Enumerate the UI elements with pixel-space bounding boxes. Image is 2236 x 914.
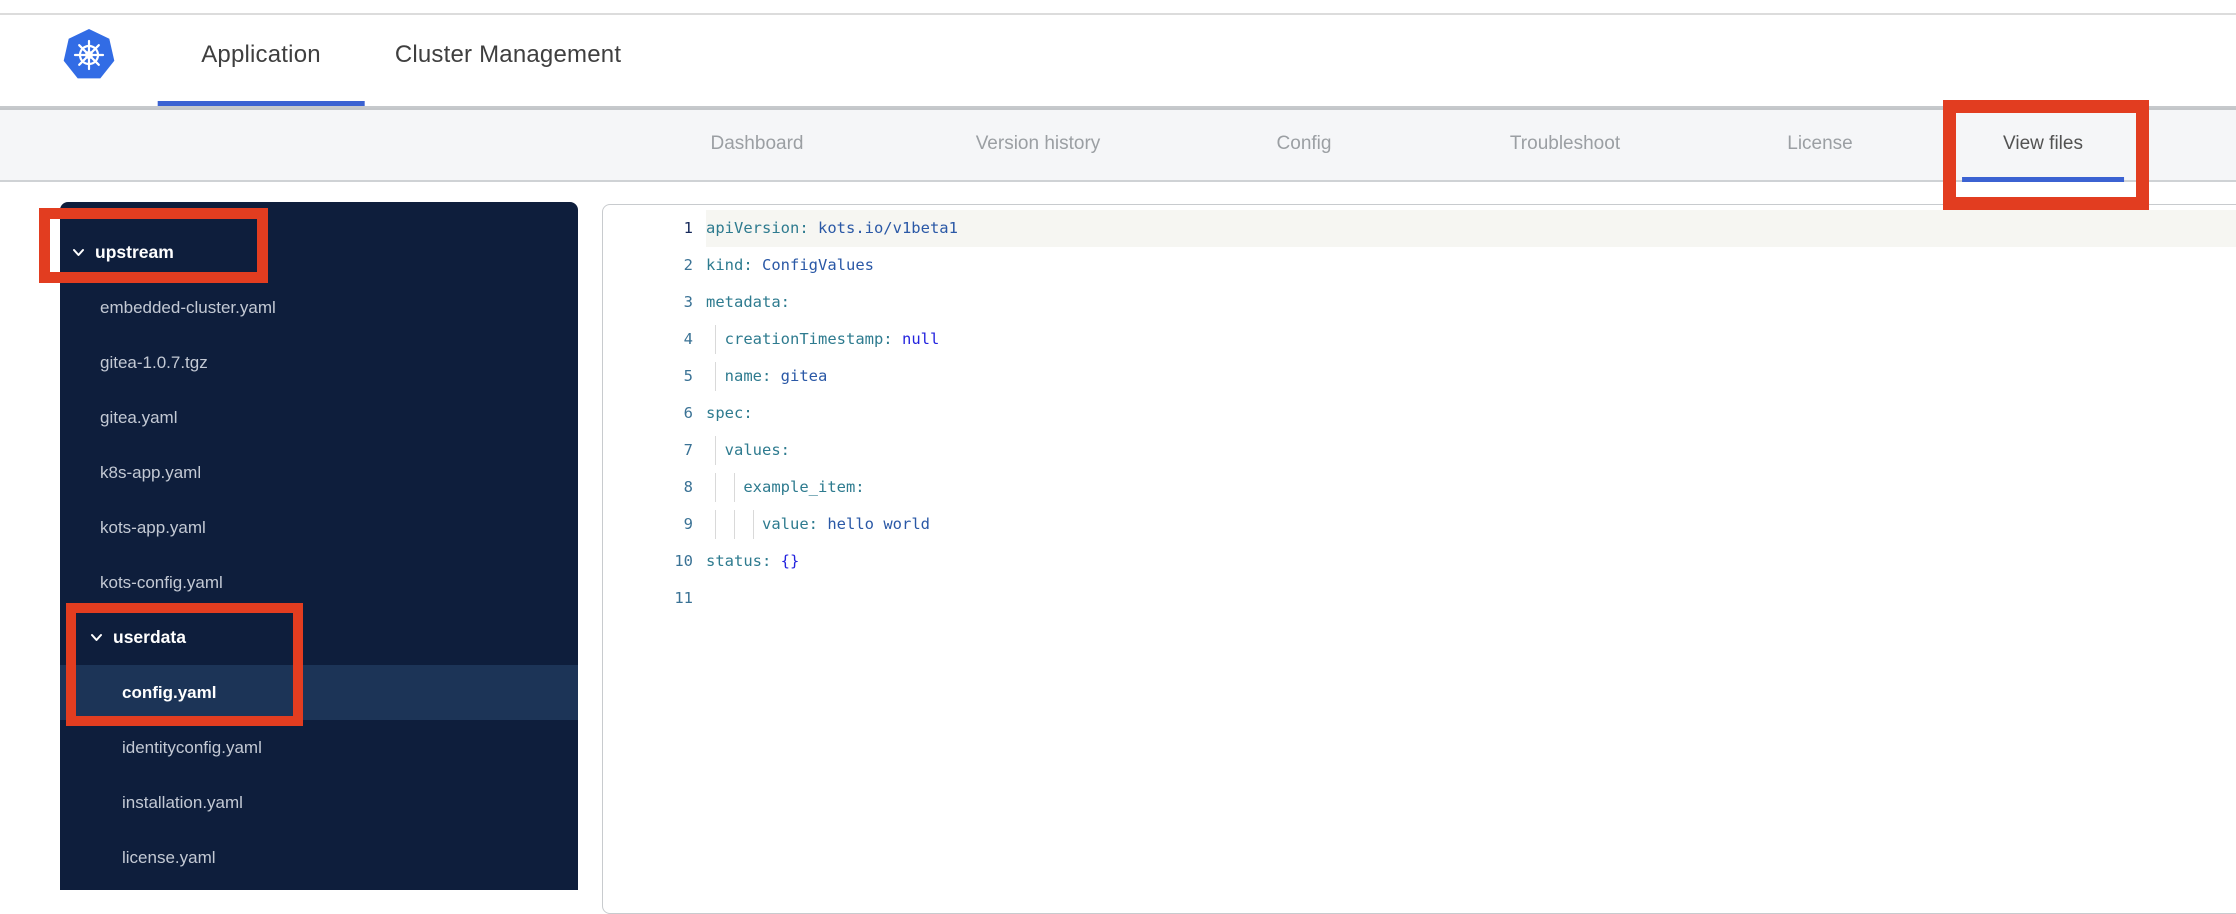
code-text: kind: ConfigValues: [706, 247, 2236, 284]
code-line-1: 1 apiVersion: kots.io/v1beta1: [603, 210, 2236, 247]
yaml-token-key: example_item:: [743, 478, 865, 496]
yaml-token-key: value:: [762, 515, 818, 533]
subnav-tab-version-history[interactable]: Version history: [976, 133, 1101, 155]
yaml-token-atom: {}: [771, 552, 800, 570]
yaml-token-plain: [706, 478, 743, 496]
chevron-down-icon: [91, 634, 102, 641]
topbar-tab-cluster-management[interactable]: Cluster Management: [395, 41, 621, 69]
tree-file-gitea-1-0-7-tgz[interactable]: gitea-1.0.7.tgz: [60, 335, 578, 390]
code-text: spec:: [706, 395, 2236, 432]
tree-file-config-yaml[interactable]: config.yaml: [60, 665, 578, 720]
yaml-token-key: kind:: [706, 256, 753, 274]
tree-file-embedded-cluster-yaml[interactable]: embedded-cluster.yaml: [60, 280, 578, 335]
code-line-6: 6 spec:: [603, 395, 2236, 432]
code-line-7: 7 values:: [603, 432, 2236, 469]
subnav-tab-dashboard[interactable]: Dashboard: [711, 133, 804, 155]
indent-guide: [733, 510, 735, 539]
tree-file-k8s-app-yaml[interactable]: k8s-app.yaml: [60, 445, 578, 500]
yaml-token-key: creationTimestamp:: [724, 330, 893, 348]
yaml-token-key: metadata:: [706, 293, 790, 311]
code-line-10: 10 status: {}: [603, 543, 2236, 580]
code-line-2: 2 kind: ConfigValues: [603, 247, 2236, 284]
code-text: apiVersion: kots.io/v1beta1: [706, 210, 2236, 247]
file-label: gitea-1.0.7.tgz: [100, 352, 208, 372]
line-number: 6: [683, 404, 693, 422]
indent-guide: [715, 325, 717, 354]
file-label: kots-config.yaml: [100, 572, 223, 592]
line-number: 4: [683, 330, 693, 348]
yaml-token-atom: null: [892, 330, 940, 348]
chevron-down-icon: [73, 249, 84, 256]
yaml-token-key: status:: [706, 552, 772, 570]
code-text: name: gitea: [706, 358, 2236, 395]
subnav-tab-config[interactable]: Config: [1277, 133, 1332, 155]
line-number: 2: [683, 256, 693, 274]
yaml-token-val: hello world: [818, 515, 930, 533]
tree-file-kots-app-yaml[interactable]: kots-app.yaml: [60, 500, 578, 555]
kubernetes-logo-icon: [63, 29, 115, 79]
yaml-token-key: values:: [724, 441, 790, 459]
subnav-tab-troubleshoot[interactable]: Troubleshoot: [1510, 133, 1620, 155]
app-subnav: Dashboard Version history Config Troublesho…: [0, 108, 2236, 182]
tree-file-identityconfig-yaml[interactable]: identityconfig.yaml: [60, 720, 578, 775]
code-text: status: {}: [706, 543, 2236, 580]
code-text: metadata:: [706, 284, 2236, 321]
code-line-11: 11: [603, 580, 2236, 617]
line-number: 11: [674, 589, 693, 607]
line-number: 7: [683, 441, 693, 459]
tree-folder-userdata[interactable]: userdata: [60, 610, 578, 665]
active-tab-underline: [157, 101, 365, 106]
tree-file-installation-yaml[interactable]: installation.yaml: [60, 775, 578, 830]
file-label: config.yaml: [122, 682, 217, 702]
line-number: 8: [683, 478, 693, 496]
subnav-tab-license[interactable]: License: [1787, 133, 1853, 155]
yaml-token-key: spec:: [706, 404, 753, 422]
tree-file-license-yaml[interactable]: license.yaml: [60, 830, 578, 885]
indent-guide: [715, 436, 717, 465]
tree-file-kots-config-yaml[interactable]: kots-config.yaml: [60, 555, 578, 610]
code-text: value: hello world: [706, 506, 2236, 543]
topbar-tab-application[interactable]: Application: [157, 41, 365, 106]
line-number: 10: [674, 552, 693, 570]
indent-guide: [715, 362, 717, 391]
file-tree-sidebar[interactable]: upstream embedded-cluster.yaml gitea-1.0.7…: [60, 202, 578, 890]
file-label: embedded-cluster.yaml: [100, 297, 276, 317]
yaml-token-key: apiVersion:: [706, 219, 809, 237]
code-text: creationTimestamp: null: [706, 321, 2236, 358]
code-text: example_item:: [706, 469, 2236, 506]
code-line-8: 8 example_item:: [603, 469, 2236, 506]
indent-guide: [715, 473, 717, 502]
code-line-4: 4 creationTimestamp: null: [603, 321, 2236, 358]
line-number: 3: [683, 293, 693, 311]
line-number: 9: [683, 515, 693, 533]
indent-guide: [715, 510, 717, 539]
line-number: 5: [683, 367, 693, 385]
file-label: license.yaml: [122, 847, 216, 867]
active-tab-underline: [1962, 177, 2124, 182]
tree-folder-upstream[interactable]: upstream: [60, 225, 578, 280]
folder-label: userdata: [113, 627, 186, 647]
tree-file-gitea-yaml[interactable]: gitea.yaml: [60, 390, 578, 445]
top-bar: Application Cluster Management: [0, 15, 2236, 108]
file-label: installation.yaml: [122, 792, 243, 812]
file-label: k8s-app.yaml: [100, 462, 202, 482]
yaml-token-val: gitea: [771, 367, 828, 385]
code-line-3: 3 metadata:: [603, 284, 2236, 321]
line-number: 1: [683, 219, 693, 237]
indent-guide: [733, 473, 735, 502]
yaml-file-viewer[interactable]: 1 apiVersion: kots.io/v1beta1 2 kind: Confi…: [602, 204, 2236, 914]
yaml-token-val: kots.io/v1beta1: [808, 219, 958, 237]
folder-label: upstream: [95, 242, 174, 262]
yaml-token-key: name:: [724, 367, 772, 385]
yaml-token-val: ConfigValues: [752, 256, 874, 274]
code-text: values:: [706, 432, 2236, 469]
file-label: kots-app.yaml: [100, 517, 206, 537]
subnav-tab-view-files[interactable]: View files: [1962, 133, 2124, 182]
code-line-5: 5 name: gitea: [603, 358, 2236, 395]
code-line-9: 9 value: hello world: [603, 506, 2236, 543]
file-label: gitea.yaml: [100, 407, 178, 427]
file-label: identityconfig.yaml: [122, 737, 262, 757]
indent-guide: [752, 510, 754, 539]
